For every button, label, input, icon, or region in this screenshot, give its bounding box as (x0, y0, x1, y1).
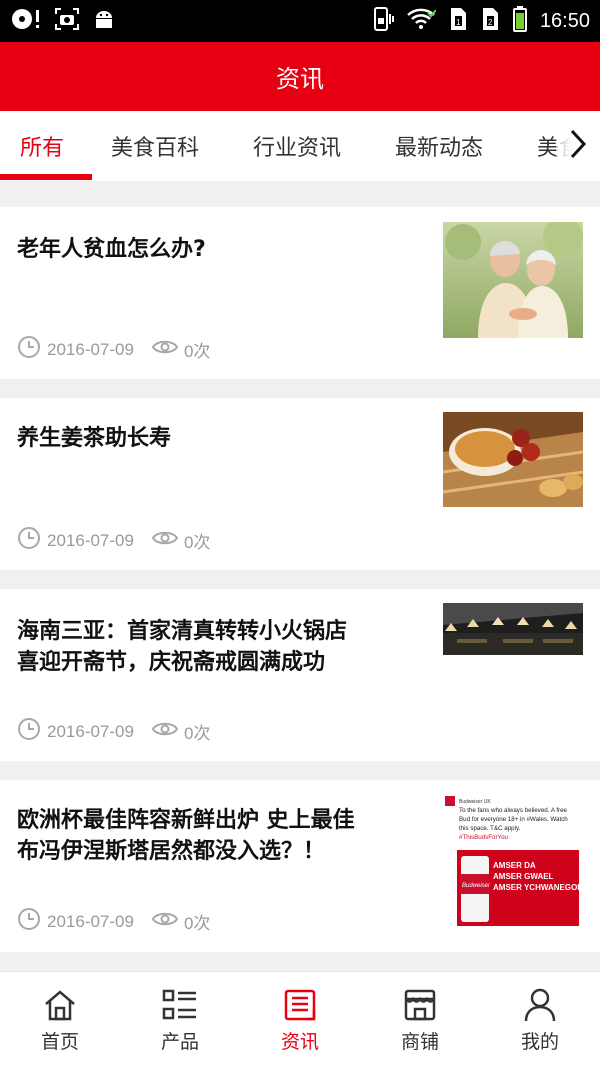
nav-products[interactable]: 产品 (120, 972, 240, 1067)
article-meta: 2016-07-09 0次 (17, 717, 210, 746)
ad-text-line: AMSER GWAEL (493, 872, 554, 881)
article-title: 欧洲杯最佳阵容新鲜出炉 史上最佳 布冯伊涅斯塔居然都没入选？！ (17, 805, 355, 867)
article-card[interactable]: 欧洲杯最佳阵容新鲜出炉 史上最佳 布冯伊涅斯塔居然都没入选？！ 2016-07-… (0, 780, 600, 952)
screenshot-icon (54, 7, 80, 35)
article-meta: 2016-07-09 0次 (17, 526, 210, 555)
status-bar: 1 2 16:50 (0, 0, 600, 42)
article-date: 2016-07-09 (47, 911, 134, 931)
sim1-icon: 1 (448, 6, 468, 36)
article-title: 海南三亚：首家清真转转小火锅店 喜迎开斋节，庆祝斋戒圆满成功 (17, 616, 347, 678)
svg-text:Budweiser UK: Budweiser UK (459, 799, 491, 805)
nav-label: 我的 (520, 1030, 559, 1053)
eye-icon (151, 720, 179, 743)
home-icon (43, 987, 77, 1023)
tweet-text-line: To the fans who always believed. A free (459, 807, 568, 814)
article-title-line: 养生姜茶助长寿 (17, 426, 172, 451)
nav-stores[interactable]: 商铺 (360, 972, 480, 1067)
tab-all[interactable]: 所有 (20, 111, 64, 181)
page-title: 资讯 (276, 65, 324, 93)
article-meta: 2016-07-09 0次 (17, 907, 210, 936)
status-time: 16:50 (539, 9, 590, 32)
store-icon (403, 987, 437, 1023)
article-thumbnail: Budweiser UK To the fans who always beli… (443, 794, 583, 930)
svg-text:1: 1 (456, 18, 461, 27)
nav-label: 商铺 (400, 1030, 439, 1053)
tab-label: 最新动态 (395, 136, 484, 161)
battery-icon (512, 5, 528, 37)
svg-text:2: 2 (488, 18, 493, 27)
sim2-icon: 2 (480, 6, 500, 36)
vibrate-icon (372, 6, 394, 36)
list-icon (162, 987, 198, 1023)
tweet-text-line: this space. T&C apply. (459, 825, 521, 832)
eye-icon (151, 910, 179, 933)
article-title-line: 欧洲杯最佳阵容新鲜出炉 史上最佳 (17, 808, 355, 833)
tab-label: 所有 (20, 136, 65, 161)
nav-news[interactable]: 资讯 (240, 972, 360, 1067)
status-left (10, 6, 116, 36)
news-icon (284, 987, 316, 1023)
article-title-line: 海南三亚：首家清真转转小火锅店 (17, 619, 348, 644)
article-card[interactable]: 养生姜茶助长寿 2016-07-09 0次 (0, 398, 600, 570)
article-views: 0次 (183, 914, 211, 933)
tweet-text-line: Bud for everyone 18+ in #Wales. Watch (459, 816, 568, 823)
active-tab-indicator (0, 174, 92, 180)
article-title: 老年人贫血怎么办? (17, 234, 206, 265)
article-date: 2016-07-09 (47, 530, 134, 550)
article-title: 养生姜茶助长寿 (17, 423, 171, 454)
tweet-hashtag: #ThisBudsForYou (459, 834, 509, 841)
article-date: 2016-07-09 (47, 339, 134, 359)
article-card[interactable]: 老年人贫血怎么办? 2016-07-09 0次 (0, 207, 600, 379)
tab-food-encyclopedia[interactable]: 美食百科 (111, 111, 199, 181)
nav-label: 产品 (160, 1030, 199, 1053)
bottom-navigation: 首页 产品 资讯 商铺 我的 (0, 971, 600, 1067)
eye-icon (151, 529, 179, 552)
article-views: 0次 (183, 342, 211, 361)
article-date: 2016-07-09 (47, 721, 134, 741)
user-icon (524, 987, 556, 1023)
ad-text-line: AMSER YCHWANEGOL (493, 883, 582, 892)
article-thumbnail (443, 222, 583, 338)
tab-label: 行业资讯 (253, 136, 342, 161)
article-card[interactable]: 海南三亚：首家清真转转小火锅店 喜迎开斋节，庆祝斋戒圆满成功 2016-07-0… (0, 589, 600, 761)
article-thumbnail (443, 603, 583, 655)
can-brand: Budweiser (462, 883, 491, 889)
clock-icon (17, 717, 41, 746)
clock-icon (17, 526, 41, 555)
article-views: 0次 (183, 533, 211, 552)
tab-label: 美食百科 (111, 136, 200, 161)
article-meta: 2016-07-09 0次 (17, 335, 210, 364)
category-tabs: 所有 美食百科 行业资讯 最新动态 美食 (0, 111, 600, 181)
ad-text-line: AMSER DA (493, 861, 536, 870)
nav-home[interactable]: 首页 (0, 972, 120, 1067)
article-thumbnail (443, 412, 583, 507)
nav-profile[interactable]: 我的 (480, 972, 600, 1067)
tab-latest-news[interactable]: 最新动态 (395, 111, 483, 181)
article-views: 0次 (183, 724, 211, 743)
wifi-icon (406, 7, 437, 35)
eye-icon (151, 338, 179, 361)
status-right: 1 2 16:50 (372, 5, 590, 37)
chevron-right-icon (568, 128, 588, 164)
app-header: 资讯 (0, 42, 600, 111)
article-title-line: 喜迎开斋节，庆祝斋戒圆满成功 (17, 650, 326, 675)
android-icon (92, 7, 116, 35)
clock-icon (17, 335, 41, 364)
tab-industry-news[interactable]: 行业资讯 (253, 111, 341, 181)
clock-icon (17, 907, 41, 936)
article-title-line: 老年人贫血怎么办? (17, 237, 206, 262)
tabs-scroll-right-button[interactable] (556, 111, 600, 181)
article-title-line: 布冯伊涅斯塔居然都没入选？！ (17, 839, 326, 864)
nav-label: 首页 (40, 1030, 79, 1053)
nav-label: 资讯 (280, 1030, 319, 1053)
cd-icon (10, 6, 42, 36)
